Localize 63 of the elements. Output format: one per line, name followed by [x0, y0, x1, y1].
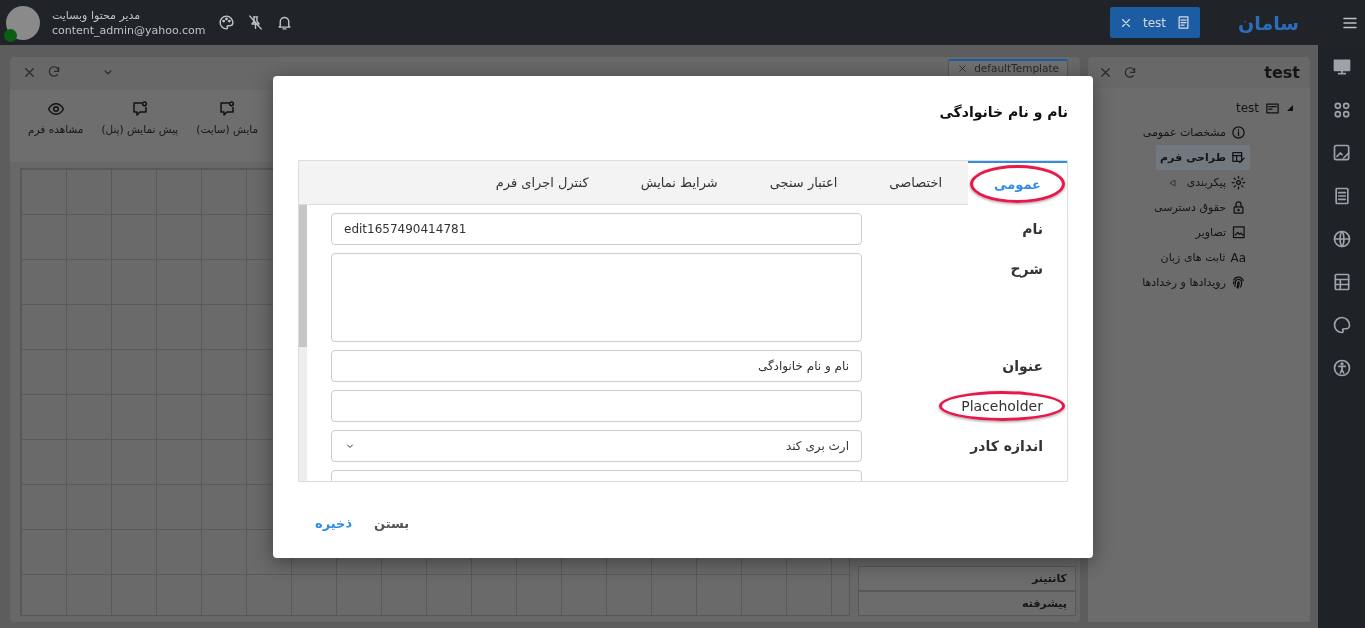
field-label: شرح: [1009, 261, 1044, 277]
tree-item[interactable]: حقوق دسترسی: [1150, 195, 1250, 220]
scrollbar-thumb[interactable]: [299, 205, 307, 347]
tree-item[interactable]: پیکربندی: [1182, 170, 1250, 195]
input-field[interactable]: نام و نام خانوادگی: [331, 350, 862, 382]
input-field[interactable]: [331, 390, 862, 422]
info-icon: [1231, 125, 1246, 140]
form-edit-icon: [1231, 150, 1246, 165]
user-name: مدیر محتوا وبسایت: [52, 8, 142, 22]
form-icon: [1265, 100, 1280, 116]
property-group[interactable]: پیشرفته: [858, 591, 1076, 616]
logo[interactable]: سامان: [1238, 11, 1299, 34]
eye-icon: [46, 100, 65, 118]
image-edit-icon[interactable]: [1331, 143, 1352, 163]
tree-item[interactable]: تصاویر: [1191, 220, 1250, 245]
description-field[interactable]: [331, 253, 862, 342]
tab[interactable]: اعتبار سنجی: [743, 161, 864, 204]
dialog-title: نام و نام خانوادگی: [939, 104, 1068, 120]
image-icon: [1231, 225, 1246, 240]
document-icon: [1176, 15, 1192, 30]
monitor-icon[interactable]: [1331, 57, 1352, 77]
user-email: content_admin@yahoo.com: [52, 23, 206, 37]
toolbar-button[interactable]: پیش نمایش (پنل): [101, 100, 179, 162]
toolbar-button[interactable]: مایش (سایت): [196, 100, 259, 162]
palette-icon[interactable]: [217, 14, 235, 31]
refresh-icon[interactable]: [47, 65, 61, 79]
open-tab[interactable]: test: [1110, 7, 1201, 38]
input-field[interactable]: edit1657490414781: [331, 213, 862, 245]
palette-icon[interactable]: [1331, 315, 1352, 335]
tab[interactable]: کنترل اجرای فرم: [469, 161, 615, 204]
panel-title: test: [1264, 63, 1300, 82]
tree-item[interactable]: مشخصات عمومی: [1138, 120, 1250, 145]
avatar[interactable]: [6, 5, 40, 40]
accessibility-icon[interactable]: [1331, 358, 1352, 378]
property-group[interactable]: کانتینر: [858, 566, 1076, 591]
tab[interactable]: عمومی: [968, 161, 1067, 205]
dropdown[interactable]: ارث بری کند: [331, 430, 862, 462]
fingerprint-icon: [1231, 275, 1246, 290]
document-tab[interactable]: defaultTemplate: [948, 59, 1068, 77]
field-label: Placeholder: [939, 391, 1065, 421]
globe-icon[interactable]: [1331, 229, 1352, 249]
close-button[interactable]: بستن: [374, 516, 410, 531]
comment-eye-icon: [218, 100, 237, 118]
expanded-arrow-icon[interactable]: [1286, 104, 1294, 112]
tab[interactable]: اختصاصی: [863, 161, 969, 204]
tree-node[interactable]: test: [1235, 101, 1259, 115]
close-icon[interactable]: [1098, 65, 1113, 80]
pin-off-icon[interactable]: [246, 14, 264, 31]
tree-item[interactable]: طراحی فرم: [1156, 145, 1250, 170]
toolbar-button[interactable]: مشاهده فرم: [28, 100, 84, 162]
refresh-icon[interactable]: [1123, 65, 1137, 80]
close-icon: [957, 63, 969, 74]
tree-item[interactable]: رویدادها و رخدادها: [1138, 270, 1250, 295]
tab[interactable]: شرایط نمایش: [614, 161, 744, 204]
comment-eye-icon: [130, 100, 149, 118]
field-label: عنوان: [1001, 358, 1044, 374]
settings-icon: [1231, 175, 1246, 190]
online-status-icon: [4, 28, 17, 42]
field-label: نام: [1021, 221, 1044, 237]
field-label: اندازه کادر: [968, 438, 1044, 454]
save-button[interactable]: ذخیره: [315, 516, 353, 531]
close-icon[interactable]: [22, 65, 37, 80]
lock-icon: [1231, 200, 1246, 215]
